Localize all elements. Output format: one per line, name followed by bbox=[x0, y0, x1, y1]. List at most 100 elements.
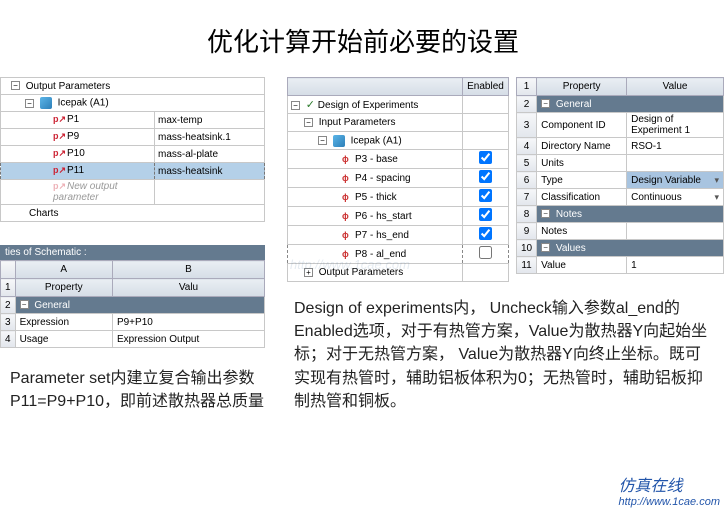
enabled-checkbox[interactable] bbox=[479, 189, 492, 202]
section-label: Notes bbox=[556, 209, 582, 220]
table-row[interactable]: 11Value1 bbox=[517, 257, 724, 274]
table-row-selected[interactable]: 6Type Design Variable ▾ bbox=[517, 172, 724, 189]
row-number: 3 bbox=[517, 113, 537, 138]
collapse-icon[interactable]: − bbox=[541, 99, 550, 108]
table-row[interactable]: ɸP6 - hs_start bbox=[288, 207, 509, 226]
table-row[interactable]: 3ExpressionP9+P10 bbox=[1, 314, 265, 331]
doe-panel: Enabled − ✓ Design of Experiments − Inpu… bbox=[287, 77, 509, 282]
prop-name: Usage bbox=[15, 331, 112, 348]
table-row[interactable]: p↗P1 max-temp bbox=[1, 112, 265, 129]
enabled-checkbox[interactable] bbox=[479, 208, 492, 221]
table-row[interactable]: 5Units bbox=[517, 155, 724, 172]
section-label: General bbox=[556, 99, 592, 110]
prop-value: Continuous bbox=[631, 192, 682, 203]
prop-name: Notes bbox=[537, 223, 627, 240]
param-icon: p↗ bbox=[53, 165, 64, 176]
icepak-label: Icepak (A1) bbox=[58, 98, 109, 109]
input-param-icon: ɸ bbox=[342, 230, 352, 240]
table-row[interactable]: 4UsageExpression Output bbox=[1, 331, 265, 348]
prop-name: Classification bbox=[537, 189, 627, 206]
dropdown-icon[interactable]: ▾ bbox=[714, 175, 719, 186]
row-number: 1 bbox=[517, 78, 537, 96]
col-header: B bbox=[112, 261, 264, 279]
collapse-icon[interactable]: − bbox=[291, 101, 300, 110]
prop-value: Expression Output bbox=[112, 331, 264, 348]
enabled-checkbox[interactable] bbox=[479, 227, 492, 240]
param-value: mass-heatsink.1 bbox=[155, 129, 265, 146]
collapse-icon[interactable]: − bbox=[25, 99, 34, 108]
table-row[interactable]: p↗New output parameter bbox=[1, 180, 265, 205]
tree-row[interactable]: − Icepak (A1) bbox=[1, 95, 265, 112]
param-name: P1 bbox=[67, 115, 79, 126]
enabled-checkbox[interactable] bbox=[479, 151, 492, 164]
collapse-icon[interactable]: − bbox=[541, 209, 550, 218]
input-param-icon: ɸ bbox=[342, 154, 352, 164]
table-row[interactable]: 4Directory NameRSO-1 bbox=[517, 138, 724, 155]
param-name: P9 bbox=[67, 132, 79, 143]
schematic-header: ties of Schematic : bbox=[0, 245, 265, 260]
table-row[interactable]: ɸP7 - hs_end bbox=[288, 226, 509, 245]
table-row[interactable]: 9Notes bbox=[517, 223, 724, 240]
table-row[interactable]: ɸP5 - thick bbox=[288, 188, 509, 207]
schematic-panel: ties of Schematic : AB 1PropertyValu 2− … bbox=[0, 245, 265, 348]
prop-name: Type bbox=[537, 172, 627, 189]
param-name: P4 - spacing bbox=[355, 173, 411, 184]
watermark-mid: http://www.1cae.com bbox=[290, 257, 410, 272]
icepak-icon bbox=[333, 135, 345, 147]
col-header-enabled: Enabled bbox=[463, 78, 509, 96]
row-number: 6 bbox=[517, 172, 537, 189]
prop-name: Expression bbox=[15, 314, 112, 331]
collapse-icon[interactable]: − bbox=[20, 300, 29, 309]
enabled-checkbox[interactable] bbox=[479, 246, 492, 259]
icepak-icon bbox=[40, 97, 52, 109]
param-name: P6 - hs_start bbox=[355, 211, 412, 222]
param-icon: p↗ bbox=[53, 181, 64, 192]
prop-name: Directory Name bbox=[537, 138, 627, 155]
row-number: 10 bbox=[517, 240, 537, 257]
table-row[interactable]: ɸP3 - base bbox=[288, 150, 509, 169]
prop-value: P9+P10 bbox=[112, 314, 264, 331]
watermark-text: 仿真在线 bbox=[619, 478, 683, 495]
table-row[interactable]: p↗P10mass-al-plate bbox=[1, 146, 265, 163]
collapse-icon[interactable]: − bbox=[304, 118, 313, 127]
prop-name: Component ID bbox=[537, 113, 627, 138]
tree-row[interactable]: − Input Parameters bbox=[288, 114, 509, 132]
prop-value: Design Variable bbox=[631, 175, 701, 186]
collapse-icon[interactable]: − bbox=[318, 136, 327, 145]
table-row[interactable]: Charts bbox=[1, 205, 265, 222]
col-header bbox=[288, 78, 463, 96]
prop-value bbox=[627, 223, 724, 240]
row-number: 9 bbox=[517, 223, 537, 240]
param-icon: p↗ bbox=[53, 148, 64, 159]
param-value: mass-al-plate bbox=[155, 146, 265, 163]
prop-value bbox=[627, 155, 724, 172]
col-header-value: Value bbox=[627, 78, 724, 96]
description-left: Parameter set内建立复合输出参数 P11=P9+P10，即前述散热器… bbox=[10, 367, 264, 413]
param-value: mass-heatsink bbox=[155, 163, 265, 180]
col-header: Property bbox=[15, 279, 112, 297]
watermark-url: http://www.1cae.com bbox=[619, 496, 721, 508]
tree-row[interactable]: − Icepak (A1) bbox=[288, 132, 509, 150]
section-label: General bbox=[34, 300, 70, 311]
param-name: P7 - hs_end bbox=[355, 230, 409, 241]
input-param-icon: ɸ bbox=[342, 211, 352, 221]
property-panel: 1PropertyValue 2− General 3Component IDD… bbox=[516, 77, 724, 274]
param-icon: p↗ bbox=[53, 114, 64, 125]
prop-value: 1 bbox=[627, 257, 724, 274]
table-row[interactable]: 7ClassificationContinuous▾ bbox=[517, 189, 724, 206]
table-row-selected[interactable]: p↗P11mass-heatsink bbox=[1, 163, 265, 180]
input-param-icon: ɸ bbox=[342, 173, 352, 183]
collapse-icon[interactable]: − bbox=[541, 243, 550, 252]
enabled-checkbox[interactable] bbox=[479, 170, 492, 183]
col-header-property: Property bbox=[537, 78, 627, 96]
param-value: max-temp bbox=[155, 112, 265, 129]
tree-row[interactable]: − Output Parameters bbox=[1, 78, 265, 95]
tree-row[interactable]: − ✓ Design of Experiments bbox=[288, 96, 509, 114]
param-name: P5 - thick bbox=[355, 192, 397, 203]
table-row[interactable]: 3Component IDDesign of Experiment 1 bbox=[517, 113, 724, 138]
param-icon: p↗ bbox=[53, 131, 64, 142]
dropdown-icon[interactable]: ▾ bbox=[714, 192, 719, 203]
collapse-icon[interactable]: − bbox=[11, 81, 20, 90]
table-row[interactable]: ɸP4 - spacing bbox=[288, 169, 509, 188]
table-row[interactable]: p↗P9 mass-heatsink.1 bbox=[1, 129, 265, 146]
